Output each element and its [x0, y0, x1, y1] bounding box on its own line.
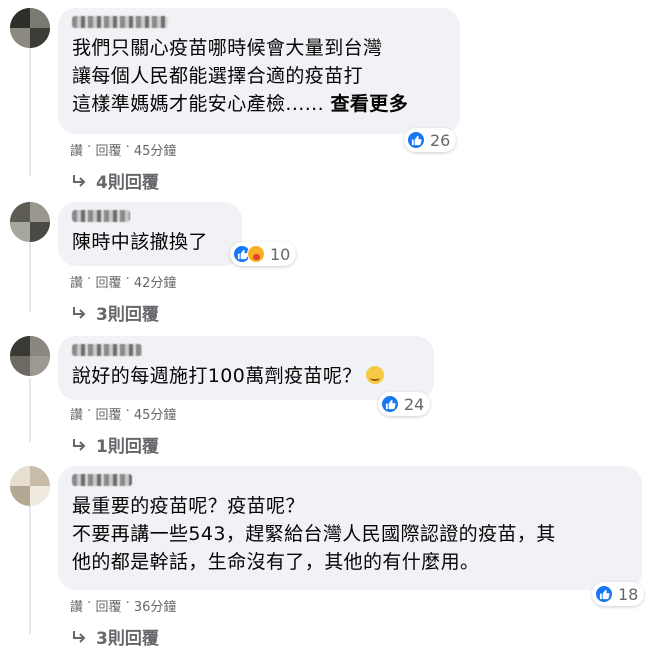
reply-arrow-icon: [73, 174, 86, 187]
reaction-count: 10: [270, 244, 291, 264]
comment-actions: 讚 · 回覆 · 45分鐘: [70, 404, 176, 423]
author-name[interactable]: [72, 474, 132, 486]
comment-bubble: 我們只關心疫苗哪時候會大量到台灣 讓每個人民都能選擇合適的疫苗打 這樣準媽媽才能…: [58, 8, 460, 134]
reply-arrow-icon: [73, 630, 86, 643]
separator: ·: [87, 596, 92, 611]
comment-text: 說好的每週施打100萬劑疫苗呢？: [72, 362, 420, 390]
like-link[interactable]: 讚: [70, 404, 83, 423]
like-link[interactable]: 讚: [70, 596, 83, 615]
see-more-link[interactable]: 查看更多: [331, 93, 409, 115]
comment-actions: 讚 · 回覆 · 36分鐘: [70, 596, 176, 615]
care-icon: [247, 245, 265, 263]
reply-link[interactable]: 回覆: [95, 272, 121, 291]
view-replies-button[interactable]: 3則回覆: [70, 624, 159, 649]
reply-link[interactable]: 回覆: [95, 140, 121, 159]
timestamp[interactable]: 45分鐘: [134, 404, 177, 423]
comment-text: 他的都是幹話，生命沒有了，其他的有什麼用。: [72, 551, 480, 573]
comment-bubble: 陳時中該撤換了: [58, 202, 242, 266]
like-icon: [381, 395, 399, 413]
separator: ·: [125, 272, 130, 287]
separator: ·: [87, 404, 92, 419]
reply-link[interactable]: 回覆: [95, 596, 121, 615]
separator: ·: [125, 596, 130, 611]
separator: ·: [125, 140, 130, 155]
avatar[interactable]: [10, 336, 50, 376]
author-name[interactable]: [72, 16, 168, 28]
reaction-summary[interactable]: 26: [404, 128, 457, 152]
separator: ·: [87, 140, 92, 155]
view-replies-button[interactable]: 1則回覆: [70, 432, 159, 457]
timestamp[interactable]: 45分鐘: [134, 140, 177, 159]
reaction-count: 24: [404, 394, 425, 414]
avatar[interactable]: [10, 202, 50, 242]
comment-text: 不要再講一些543，趕緊給台灣人民國際認證的疫苗，其: [72, 523, 556, 545]
like-link[interactable]: 讚: [70, 272, 83, 291]
author-name[interactable]: [72, 344, 142, 356]
reply-arrow-icon: [73, 306, 86, 319]
avatar[interactable]: [10, 466, 50, 506]
comment-text: 這樣準媽媽才能安心產檢...... 查看更多: [72, 93, 409, 115]
avatar[interactable]: [10, 8, 50, 48]
comment-bubble: 最重要的疫苗呢？疫苗呢？ 不要再講一些543，趕緊給台灣人民國際認證的疫苗，其 …: [58, 466, 642, 590]
emoji-icon: [365, 366, 384, 384]
comment-text: 陳時中該撤換了: [72, 231, 208, 253]
like-link[interactable]: 讚: [70, 140, 83, 159]
comment-text: 我們只關心疫苗哪時候會大量到台灣: [72, 37, 383, 59]
reaction-summary[interactable]: 18: [592, 582, 645, 606]
thread-line: [29, 240, 31, 312]
comment-text: 最重要的疫苗呢？疫苗呢？: [72, 495, 305, 517]
separator: ·: [87, 272, 92, 287]
reply-arrow-icon: [73, 438, 86, 451]
reaction-count: 26: [430, 130, 451, 150]
like-icon: [595, 585, 613, 603]
comment-actions: 讚 · 回覆 · 45分鐘: [70, 140, 176, 159]
timestamp[interactable]: 42分鐘: [134, 272, 177, 291]
reaction-summary[interactable]: 24: [378, 392, 431, 416]
separator: ·: [125, 404, 130, 419]
thread-line: [29, 506, 31, 634]
like-icon: [407, 131, 425, 149]
reply-link[interactable]: 回覆: [95, 404, 121, 423]
thread-line: [29, 48, 31, 176]
comment-text: 讓每個人民都能選擇合適的疫苗打: [72, 65, 364, 87]
view-replies-button[interactable]: 3則回覆: [70, 300, 159, 325]
comment-actions: 讚 · 回覆 · 42分鐘: [70, 272, 176, 291]
author-name[interactable]: [72, 210, 130, 222]
thread-line: [29, 378, 31, 442]
timestamp[interactable]: 36分鐘: [134, 596, 177, 615]
view-replies-button[interactable]: 4則回覆: [70, 168, 159, 193]
reaction-count: 18: [618, 584, 639, 604]
reaction-summary[interactable]: 10: [230, 242, 297, 266]
comment-bubble: 說好的每週施打100萬劑疫苗呢？: [58, 336, 434, 400]
